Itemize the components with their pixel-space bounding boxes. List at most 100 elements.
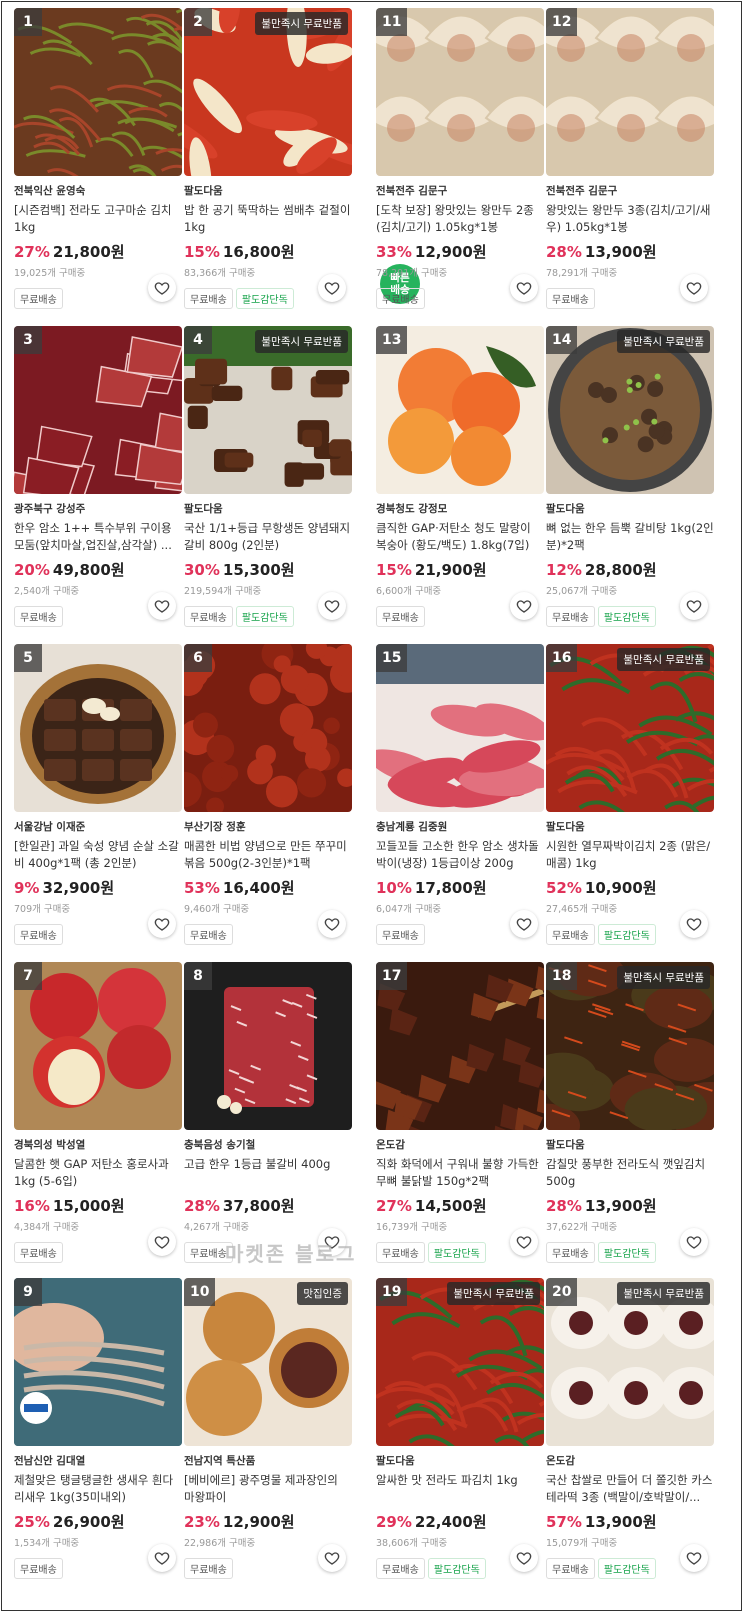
product-title[interactable]: 한우 암소 1++ 특수부위 구이용 모둠(앞치마살,업진살,삼각살) ... <box>14 520 182 554</box>
sale-price: 13,900원 <box>584 243 657 261</box>
free-shipping-badge: 무료배송 <box>376 288 425 309</box>
rank-badge: 10 <box>184 1278 216 1306</box>
rank-badge: 11 <box>376 8 408 36</box>
product-info: 팔도다움 밥 한 공기 뚝딱하는 썸배추 겉절이 1kg 15% 16,800원 … <box>184 183 352 309</box>
product-card[interactable]: 3 광주북구 강성주 한우 암소 1++ 특수부위 구이용 모둠(앞치마살,업진… <box>14 326 182 627</box>
badge-list: 무료배송 팔도감단독 <box>546 606 714 627</box>
product-card[interactable]: 15 충남계룡 김중원 꼬들꼬들 고소한 한우 암소 생차돌박이(냉장) 1등급… <box>376 644 544 945</box>
buyer-count: 22,986개 구매중 <box>184 1538 256 1549</box>
product-title[interactable]: 큼직한 GAP·저탄소 청도 말랑이 복숭아 (황도/백도) 1.8kg(7입) <box>376 520 544 554</box>
product-card[interactable]: 14 불만족시 무료반품 팔도다움 뼈 없는 한우 듬뿍 갈비탕 1kg(2인분)… <box>546 326 714 627</box>
product-card[interactable]: 7 경북의성 박성열 달콤한 햇 GAP 저탄소 홍로사과 1kg (5-6입)… <box>14 962 182 1263</box>
seller-name: 충남계룡 김중원 <box>376 821 448 833</box>
product-card[interactable]: 17 온도감 직화 화덕에서 구워내 불향 가득한 무뼈 불닭발 150g*2팩… <box>376 962 544 1263</box>
product-title[interactable]: 고급 한우 1등급 불갈비 400g <box>184 1156 352 1190</box>
product-title[interactable]: 제철맞은 탱글탱글한 생새우 흰다리새우 1kg(35미내외) <box>14 1472 182 1506</box>
buyer-count: 9,460개 구매중 <box>184 904 250 915</box>
price-row: 29% 22,400원 <box>376 1511 544 1533</box>
badge-list: 무료배송 <box>184 1558 352 1579</box>
return-policy-tag: 불만족시 무료반품 <box>617 330 710 353</box>
product-title[interactable]: 왕맛있는 왕만두 3종(김치/고기/새우) 1.05kg*1봉 <box>546 202 714 236</box>
exclusive-badge: 팔도감단독 <box>427 1558 486 1579</box>
seller-name: 충북음성 송기철 <box>184 1139 256 1151</box>
price-row: 27% 14,500원 <box>376 1195 544 1217</box>
product-title[interactable]: 감칠맛 풍부한 전라도식 깻잎김치 500g <box>546 1156 714 1190</box>
product-card[interactable]: 10 맛집인증 전남지역 특산품 [베비에르] 광주명물 제과장인의 마왕파이 2… <box>184 1278 352 1579</box>
product-title[interactable]: 꼬들꼬들 고소한 한우 암소 생차돌박이(냉장) 1등급이상 200g <box>376 838 544 872</box>
sale-price: 21,900원 <box>414 561 487 579</box>
product-card[interactable]: 13 경북청도 강정모 큼직한 GAP·저탄소 청도 말랑이 복숭아 (황도/백… <box>376 326 544 627</box>
product-card[interactable]: 11 빠른 배송 전북전주 김문구 [도착 보장] 왕맛있는 왕만두 2종 (김치/… <box>376 8 544 309</box>
product-card[interactable]: 9 전남신안 김대열 제철맞은 탱글탱글한 생새우 흰다리새우 1kg(35미내… <box>14 1278 182 1579</box>
product-card[interactable]: 5 서울강남 이재준 [한일관] 과일 숙성 양념 순살 소갈비 400g*1팩… <box>14 644 182 945</box>
buyer-count: 709개 구매중 <box>14 904 71 915</box>
product-info: 서울강남 이재준 [한일관] 과일 숙성 양념 순살 소갈비 400g*1팩 (… <box>14 819 182 945</box>
exclusive-badge: 팔도감단독 <box>597 606 656 627</box>
badge-list: 무료배송 <box>14 1242 182 1263</box>
product-title[interactable]: 국산 찹쌀로 만들어 더 쫄깃한 카스테라떡 3종 (백말이/호박말이/... <box>546 1472 714 1506</box>
product-info: 부산기장 정훈 매콤한 비법 양념으로 만든 쭈꾸미 볶음 500g(2-3인분… <box>184 819 352 945</box>
return-policy-tag: 불만족시 무료반품 <box>255 330 348 353</box>
seller-name: 서울강남 이재준 <box>14 821 86 833</box>
product-card[interactable]: 16 불만족시 무료반품 팔도다움 시원한 열무짜박이김치 2종 (맑은/매콤) … <box>546 644 714 945</box>
sale-price: 10,900원 <box>584 879 657 897</box>
product-title[interactable]: [한일관] 과일 숙성 양념 순살 소갈비 400g*1팩 (총 2인분) <box>14 838 182 872</box>
badge-list: 무료배송 <box>546 288 714 309</box>
product-card[interactable]: 19 불만족시 무료반품 팔도다움 알싸한 맛 전라도 파김치 1kg 29% 22… <box>376 1278 544 1579</box>
product-title[interactable]: 시원한 열무짜박이김치 2종 (맑은/매콤) 1kg <box>546 838 714 872</box>
free-shipping-badge: 무료배송 <box>546 288 595 309</box>
free-shipping-badge: 무료배송 <box>184 924 233 945</box>
discount-rate: 12% <box>546 561 582 579</box>
product-info: 전남신안 김대열 제철맞은 탱글탱글한 생새우 흰다리새우 1kg(35미내외)… <box>14 1453 182 1579</box>
discount-rate: 16% <box>14 1197 50 1215</box>
product-card[interactable]: 1 전북익산 윤영숙 [시즌컴백] 전라도 고구마순 김치 1kg 27% 21,… <box>14 8 182 309</box>
return-policy-tag: 맛집인증 <box>297 1282 348 1305</box>
product-title[interactable]: 밥 한 공기 뚝딱하는 썸배추 겉절이 1kg <box>184 202 352 236</box>
product-title[interactable]: 뼈 없는 한우 듬뿍 갈비탕 1kg(2인분)*2팩 <box>546 520 714 554</box>
product-title[interactable]: 국산 1/1+등급 무항생돈 양념돼지갈비 800g (2인분) <box>184 520 352 554</box>
product-card[interactable]: 4 불만족시 무료반품 팔도다움 국산 1/1+등급 무항생돈 양념돼지갈비 80… <box>184 326 352 627</box>
product-card[interactable]: 2 불만족시 무료반품 팔도다움 밥 한 공기 뚝딱하는 썸배추 겉절이 1kg … <box>184 8 352 309</box>
buyer-count: 6,600개 구매중 <box>376 586 442 597</box>
product-card[interactable]: 18 불만족시 무료반품 팔도다움 감칠맛 풍부한 전라도식 깻잎김치 500g … <box>546 962 714 1263</box>
product-title[interactable]: 매콤한 비법 양념으로 만든 쭈꾸미 볶음 500g(2-3인분)*1팩 <box>184 838 352 872</box>
discount-rate: 25% <box>14 1513 50 1531</box>
free-shipping-badge: 무료배송 <box>14 924 63 945</box>
badge-list: 무료배송 <box>14 288 182 309</box>
product-title[interactable]: 직화 화덕에서 구워내 불향 가득한 무뼈 불닭발 150g*2팩 <box>376 1156 544 1190</box>
product-card[interactable]: 12 전북전주 김문구 왕맛있는 왕만두 3종(김치/고기/새우) 1.05kg… <box>546 8 714 309</box>
product-title[interactable]: 알싸한 맛 전라도 파김치 1kg <box>376 1472 544 1506</box>
badge-list: 무료배송 팔도감단독 <box>376 1242 544 1263</box>
product-title[interactable]: [시즌컴백] 전라도 고구마순 김치 1kg <box>14 202 182 236</box>
product-title[interactable]: [도착 보장] 왕맛있는 왕만두 2종 (김치/고기) 1.05kg*1봉 <box>376 202 544 236</box>
price-row: 33% 12,900원 <box>376 241 544 263</box>
buyer-count: 15,079개 구매중 <box>546 1538 618 1549</box>
product-card[interactable]: 8 충북음성 송기철 고급 한우 1등급 불갈비 400g 28% 37,800원… <box>184 962 352 1263</box>
seller-name: 전북전주 김문구 <box>546 185 618 197</box>
discount-rate: 27% <box>376 1197 412 1215</box>
seller-name: 온도감 <box>546 1455 575 1467</box>
discount-rate: 23% <box>184 1513 220 1531</box>
buyer-count: 6,047개 구매중 <box>376 904 442 915</box>
discount-rate: 10% <box>376 879 412 897</box>
exclusive-badge: 팔도감단독 <box>427 1242 486 1263</box>
discount-rate: 15% <box>376 561 412 579</box>
rank-badge: 3 <box>14 326 42 354</box>
product-info: 전북익산 윤영숙 [시즌컴백] 전라도 고구마순 김치 1kg 27% 21,80… <box>14 183 182 309</box>
sale-price: 13,900원 <box>584 1513 657 1531</box>
price-row: 10% 17,800원 <box>376 877 544 899</box>
product-title[interactable]: [베비에르] 광주명물 제과장인의 마왕파이 <box>184 1472 352 1506</box>
price-row: 15% 16,800원 <box>184 241 352 263</box>
seller-name: 전북전주 김문구 <box>376 185 448 197</box>
return-policy-tag: 불만족시 무료반품 <box>617 966 710 989</box>
buyer-count: 37,622개 구매중 <box>546 1222 618 1233</box>
product-card[interactable]: 6 부산기장 정훈 매콤한 비법 양념으로 만든 쭈꾸미 볶음 500g(2-3… <box>184 644 352 945</box>
product-title[interactable]: 달콤한 햇 GAP 저탄소 홍로사과 1kg (5-6입) <box>14 1156 182 1190</box>
price-row: 28% 13,900원 <box>546 1195 714 1217</box>
price-row: 27% 21,800원 <box>14 241 182 263</box>
seller-name: 전남지역 특산품 <box>184 1455 256 1467</box>
badge-list: 무료배송 <box>184 924 352 945</box>
product-card[interactable]: 20 불만족시 무료반품 온도감 국산 찹쌀로 만들어 더 쫄깃한 카스테라떡 3… <box>546 1278 714 1579</box>
badge-list: 무료배송 <box>14 606 182 627</box>
seller-name: 부산기장 정훈 <box>184 821 246 833</box>
